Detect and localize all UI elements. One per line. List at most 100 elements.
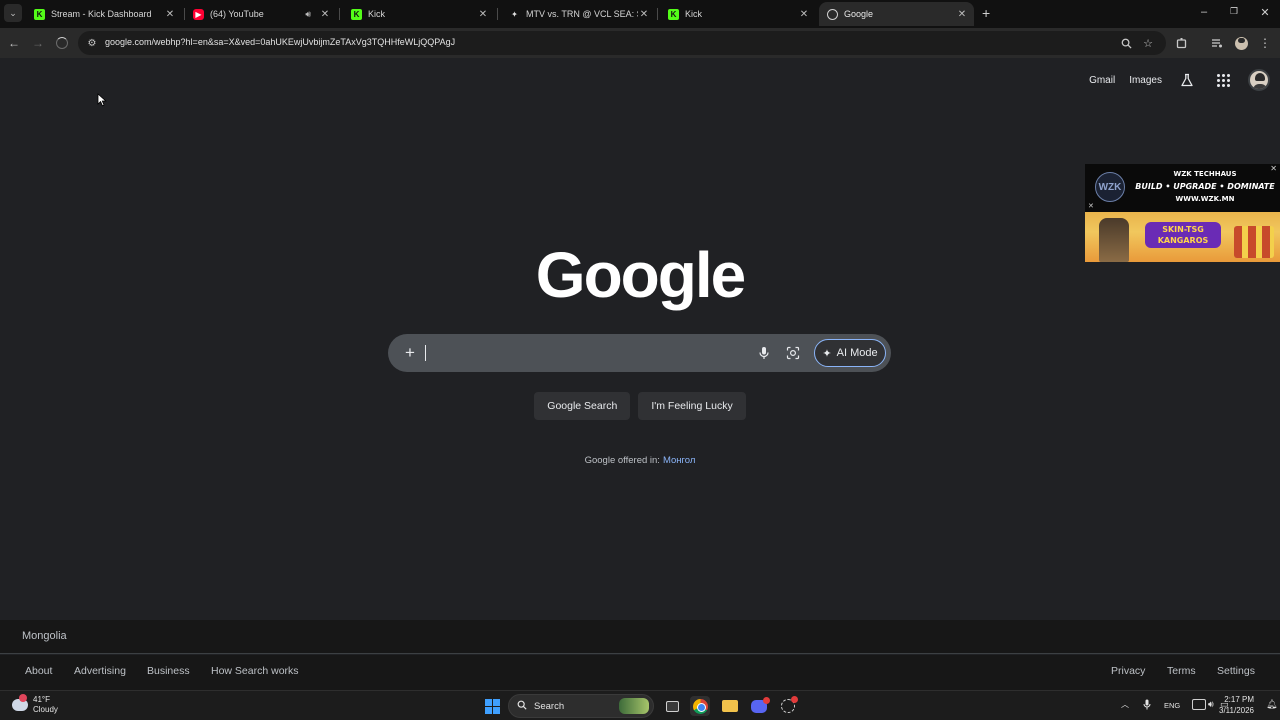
account-avatar[interactable] [1248, 69, 1270, 91]
reload-stop-button[interactable] [54, 35, 70, 51]
tray-volume-icon[interactable]: 🔊︎ [1208, 699, 1214, 710]
language-offer: Google offered in: Монгол [0, 455, 1280, 466]
kick-icon: K [668, 8, 679, 20]
close-icon[interactable]: ✕ [477, 9, 489, 20]
restore-icon[interactable]: ❐ [1227, 6, 1241, 17]
system-clock[interactable]: 2:17 PM 3/11/2026 [1219, 694, 1254, 716]
labs-flask-icon[interactable] [1176, 69, 1198, 91]
clock-time: 2:17 PM [1224, 695, 1254, 704]
file-explorer-icon[interactable] [720, 696, 740, 716]
tab-youtube[interactable]: ▶ (64) YouTube 🔊︎ ✕ [185, 2, 337, 26]
ad-banner-top: WZK WZK TECHHAUS BUILD • UPGRADE • DOMIN… [1085, 164, 1280, 212]
tab-kick-dashboard[interactable]: K Stream - Kick Dashboard ✕ [26, 2, 182, 26]
close-icon[interactable]: ✕ [956, 9, 968, 20]
tab-kick[interactable]: K Kick ✕ [343, 2, 495, 26]
more-menu-icon[interactable]: ⋮ [1257, 35, 1273, 51]
forward-arrow-icon[interactable]: → [30, 35, 46, 51]
zoom-icon[interactable] [1118, 35, 1134, 51]
extensions-puzzle-icon[interactable] [1174, 35, 1190, 51]
bookmark-star-icon[interactable]: ☆ [1140, 35, 1156, 51]
tab-kick-2[interactable]: K Kick ✕ [660, 2, 816, 26]
country-label: Mongolia [22, 630, 67, 642]
microphone-icon[interactable] [755, 344, 773, 362]
ad-dismiss-icon[interactable]: ✕ [1088, 202, 1094, 210]
site-info-tune-icon[interactable]: ⚙︎ [85, 36, 99, 50]
footer-link-how-search-works[interactable]: How Search works [211, 665, 299, 677]
window-close-icon[interactable]: ✕ [1258, 6, 1272, 19]
close-icon[interactable]: ✕ [638, 9, 650, 20]
back-arrow-icon[interactable]: ← [6, 35, 22, 51]
tray-overflow-chevron-icon[interactable]: ︿ [1121, 699, 1129, 710]
tab-title: Kick [368, 9, 386, 19]
search-box[interactable]: + ✦ AI Mode [388, 334, 891, 372]
offered-in-text: Google offered in: [584, 455, 660, 466]
weather-temp: 41°F [33, 695, 50, 704]
weather-desc: Cloudy [33, 705, 58, 714]
windows-start-icon[interactable] [482, 696, 502, 716]
kick-icon: K [351, 8, 362, 20]
google-apps-grid-icon[interactable] [1212, 69, 1234, 91]
add-plus-icon[interactable]: + [400, 343, 420, 363]
feeling-lucky-button[interactable]: I'm Feeling Lucky [638, 392, 746, 420]
taskbar-search-label: Search [534, 701, 565, 712]
notification-badge [763, 696, 770, 704]
media-controls-icon[interactable] [1209, 35, 1225, 51]
weather-alert-badge [19, 694, 27, 702]
tray-microphone-icon[interactable] [1143, 699, 1151, 712]
footer-link-advertising[interactable]: Advertising [74, 665, 126, 677]
notification-bell-icon[interactable]: 🔔︎ [1266, 699, 1277, 710]
close-icon[interactable]: ✕ [164, 9, 176, 20]
ai-mode-button[interactable]: ✦ AI Mode [814, 339, 886, 367]
footer-link-settings[interactable]: Settings [1217, 665, 1255, 677]
gmail-link[interactable]: Gmail [1089, 75, 1115, 86]
tab-search-chevron-icon[interactable]: ⌄ [4, 4, 22, 22]
footer-link-about[interactable]: About [25, 665, 52, 677]
speaker-icon[interactable]: 🔊︎ [305, 9, 311, 20]
url-text[interactable]: google.com/webhp?hl=en&sa=X&ved=0ahUKEwj… [105, 37, 455, 47]
language-link-mongolian[interactable]: Монгол [663, 455, 695, 466]
google-lens-camera-icon[interactable] [784, 344, 802, 362]
browser-toolbar: ← → ⚙︎ google.com/webhp?hl=en&sa=X&ved=0… [0, 28, 1280, 58]
search-input[interactable] [430, 342, 740, 364]
weather-widget[interactable]: 41°F Cloudy [12, 694, 58, 715]
profile-avatar-icon [1234, 36, 1248, 50]
input-language[interactable]: ENG [1164, 701, 1180, 710]
footer-link-business[interactable]: Business [147, 665, 190, 677]
ad-promo: SKIN-TSG KANGAROS [1145, 222, 1221, 248]
top-right-links: Gmail Images [1089, 68, 1270, 92]
tab-title: Stream - Kick Dashboard [51, 9, 152, 19]
google-search-button[interactable]: Google Search [534, 392, 631, 420]
chrome-taskbar-icon[interactable] [690, 696, 710, 716]
close-icon[interactable]: ✕ [798, 9, 810, 20]
mouse-pointer-icon [97, 93, 107, 107]
minimize-icon[interactable]: – [1197, 6, 1211, 18]
tab-strip: ⌄ K Stream - Kick Dashboard ✕ ▶ (64) You… [0, 0, 1280, 28]
obs-recording-icon[interactable] [778, 696, 798, 716]
footer-link-privacy[interactable]: Privacy [1111, 665, 1145, 677]
text-caret [425, 345, 426, 361]
sponsor-ad-overlay[interactable]: WZK WZK TECHHAUS BUILD • UPGRADE • DOMIN… [1085, 164, 1280, 262]
ai-mode-label: AI Mode [836, 347, 878, 359]
taskbar-search-box[interactable]: Search [508, 694, 654, 718]
cloud-icon [12, 694, 28, 711]
tab-title: MTV vs. TRN @ VCL SEA: Split 1 [526, 9, 638, 19]
profile-avatar[interactable] [1233, 35, 1249, 51]
google-icon [827, 8, 838, 20]
new-tab-plus-icon[interactable]: + [982, 6, 990, 20]
ad-close-icon[interactable]: ✕ [1270, 164, 1277, 173]
footer-country-bar: Mongolia [0, 620, 1280, 654]
discord-icon[interactable] [749, 696, 770, 716]
close-icon[interactable]: ✕ [319, 9, 331, 20]
images-link[interactable]: Images [1129, 75, 1162, 86]
footer-link-terms[interactable]: Terms [1167, 665, 1196, 677]
ad-brand: WZK TECHHAUS [1173, 170, 1237, 178]
mtv-icon: ✦ [511, 9, 518, 19]
tray-monitor-icon[interactable] [1192, 699, 1206, 710]
tab-mtv-vs-trn[interactable]: ✦ MTV vs. TRN @ VCL SEA: Split 1 ✕ [501, 2, 656, 26]
tab-title: (64) YouTube [210, 9, 264, 19]
tab-google[interactable]: Google ✕ [819, 2, 974, 26]
wzk-logo-icon: WZK [1095, 172, 1125, 202]
search-buttons: Google Search I'm Feeling Lucky [0, 392, 1280, 420]
task-view-icon[interactable] [662, 696, 682, 716]
address-bar[interactable]: ⚙︎ google.com/webhp?hl=en&sa=X&ved=0ahUK… [78, 31, 1166, 55]
